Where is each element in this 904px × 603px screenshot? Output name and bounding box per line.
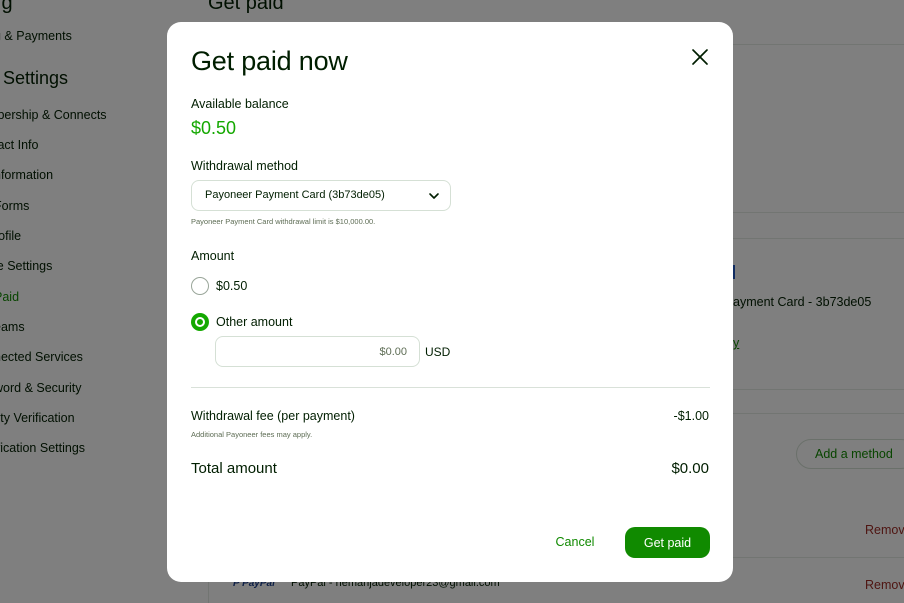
available-balance-value: $0.50 (191, 118, 237, 138)
currency-label: USD (425, 345, 451, 359)
radio-balance-amount[interactable] (191, 277, 209, 295)
divider (191, 387, 710, 388)
radio-other-amount[interactable] (191, 313, 209, 331)
available-balance-label: Available balance (191, 97, 289, 111)
get-paid-button[interactable]: Get paid (625, 527, 710, 558)
cancel-button[interactable]: Cancel (547, 527, 603, 557)
withdrawal-method-label: Withdrawal method (191, 159, 298, 173)
get-paid-modal: Get paid now Available balance $0.50 Wit… (167, 22, 733, 582)
withdrawal-fee-label: Withdrawal fee (per payment) (191, 409, 355, 423)
other-amount-input[interactable] (215, 336, 420, 367)
withdrawal-fee-value: -$1.00 (673, 409, 709, 423)
amount-label: Amount (191, 249, 235, 263)
close-icon (692, 49, 708, 65)
chevron-down-icon (429, 193, 439, 199)
total-amount-value: $0.00 (671, 460, 709, 477)
radio-other-label[interactable]: Other amount (216, 315, 292, 329)
fee-note: Additional Payoneer fees may apply. (191, 430, 313, 439)
withdrawal-method-value: Payoneer Payment Card (3b73de05) (205, 189, 385, 201)
close-button[interactable] (689, 46, 711, 68)
withdrawal-limit-hint: Payoneer Payment Card withdrawal limit i… (191, 217, 376, 226)
modal-title: Get paid now (191, 46, 348, 76)
total-amount-label: Total amount (191, 460, 277, 477)
radio-balance-label[interactable]: $0.50 (216, 279, 247, 293)
withdrawal-method-select[interactable]: Payoneer Payment Card (3b73de05) (191, 180, 451, 211)
